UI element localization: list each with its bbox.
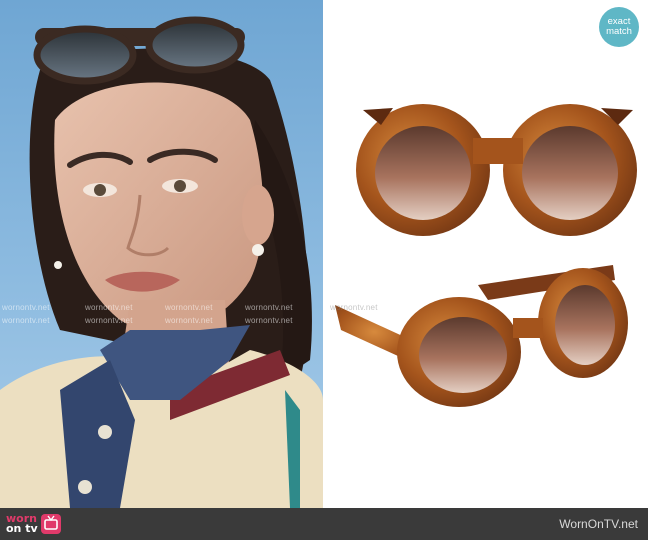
watermark-text: wornontv.net [245, 303, 293, 312]
watermark-text: wornontv.net [85, 316, 133, 325]
watermark-text: wornontv.net [245, 316, 293, 325]
badge-line-2: match [606, 26, 632, 37]
exact-match-badge: exact match [599, 7, 639, 47]
left-photo [0, 0, 323, 508]
watermark-text: wornontv.net [2, 303, 50, 312]
right-product-photo [323, 0, 648, 508]
wornontv-logo[interactable]: worn on tv [6, 512, 61, 536]
watermark-text: wornontv.net [165, 316, 213, 325]
footer-site-url[interactable]: WornOnTV.net [559, 517, 638, 531]
footer-bar: worn on tv WornOnTV.net [0, 508, 648, 540]
sunglasses-illustration [335, 104, 637, 407]
watermark-text: wornontv.net [165, 303, 213, 312]
watermark-text: wornontv.net [85, 303, 133, 312]
sunglasses-front-view [356, 104, 637, 236]
logo-line-2: on tv [6, 522, 38, 535]
watermark-text: wornontv.net [2, 316, 50, 325]
woman-portrait-illustration [0, 16, 323, 508]
tv-icon [40, 514, 61, 534]
watermark-text: wornontv.net [330, 303, 378, 312]
sunglasses-angled-view [335, 265, 628, 407]
